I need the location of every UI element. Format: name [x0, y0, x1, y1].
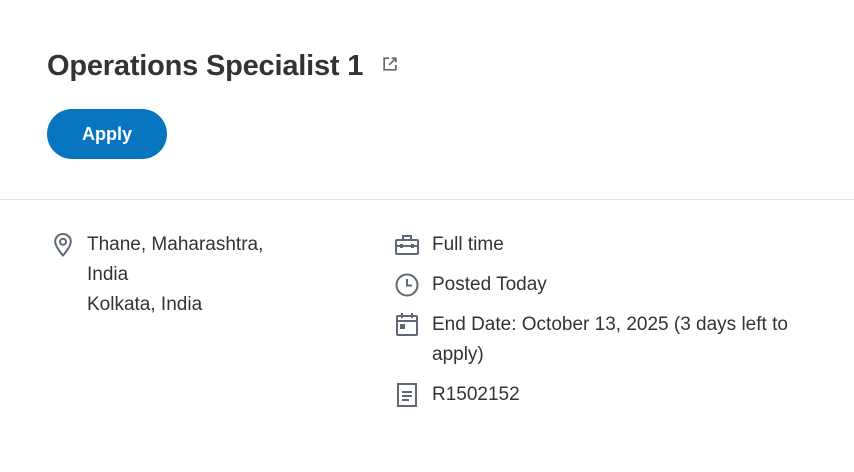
- posted-text: Posted Today: [432, 274, 547, 295]
- job-details: Thane, Maharashtra, India Kolkata, India: [0, 200, 854, 472]
- time-type-text: Full time: [432, 234, 504, 255]
- locations-list: Thane, Maharashtra, India Kolkata, India: [87, 230, 350, 320]
- external-link-icon[interactable]: [379, 53, 401, 75]
- location-line: India: [87, 264, 129, 285]
- location-column: Thane, Maharashtra, India Kolkata, India: [50, 230, 350, 320]
- time-type-item: Full time: [394, 230, 834, 260]
- calendar-icon: [394, 310, 420, 340]
- title-row: Operations Specialist 1: [47, 46, 401, 86]
- posted-item: Posted Today: [394, 270, 834, 300]
- clock-icon: [394, 270, 420, 300]
- apply-button[interactable]: Apply: [47, 109, 167, 159]
- job-header: Operations Specialist 1 Apply: [0, 0, 854, 200]
- location-pin-icon: [50, 230, 76, 260]
- end-date-item: End Date: October 13, 2025 (3 days left …: [394, 310, 834, 370]
- location-line: Kolkata, India: [87, 294, 203, 315]
- job-meta-column: Full time Posted Today End Date: October…: [394, 230, 834, 420]
- requisition-item: R1502152: [394, 380, 834, 410]
- requisition-id-text: R1502152: [432, 384, 520, 405]
- locations-item: Thane, Maharashtra, India Kolkata, India: [50, 230, 350, 320]
- briefcase-icon: [394, 230, 420, 260]
- location-line: Thane, Maharashtra,: [87, 234, 264, 255]
- end-date-text: End Date: October 13, 2025 (3 days left …: [432, 314, 788, 365]
- job-posting-page: Operations Specialist 1 Apply Thane, Mah…: [0, 0, 854, 472]
- job-title: Operations Specialist 1: [47, 50, 364, 82]
- document-icon: [394, 380, 420, 410]
